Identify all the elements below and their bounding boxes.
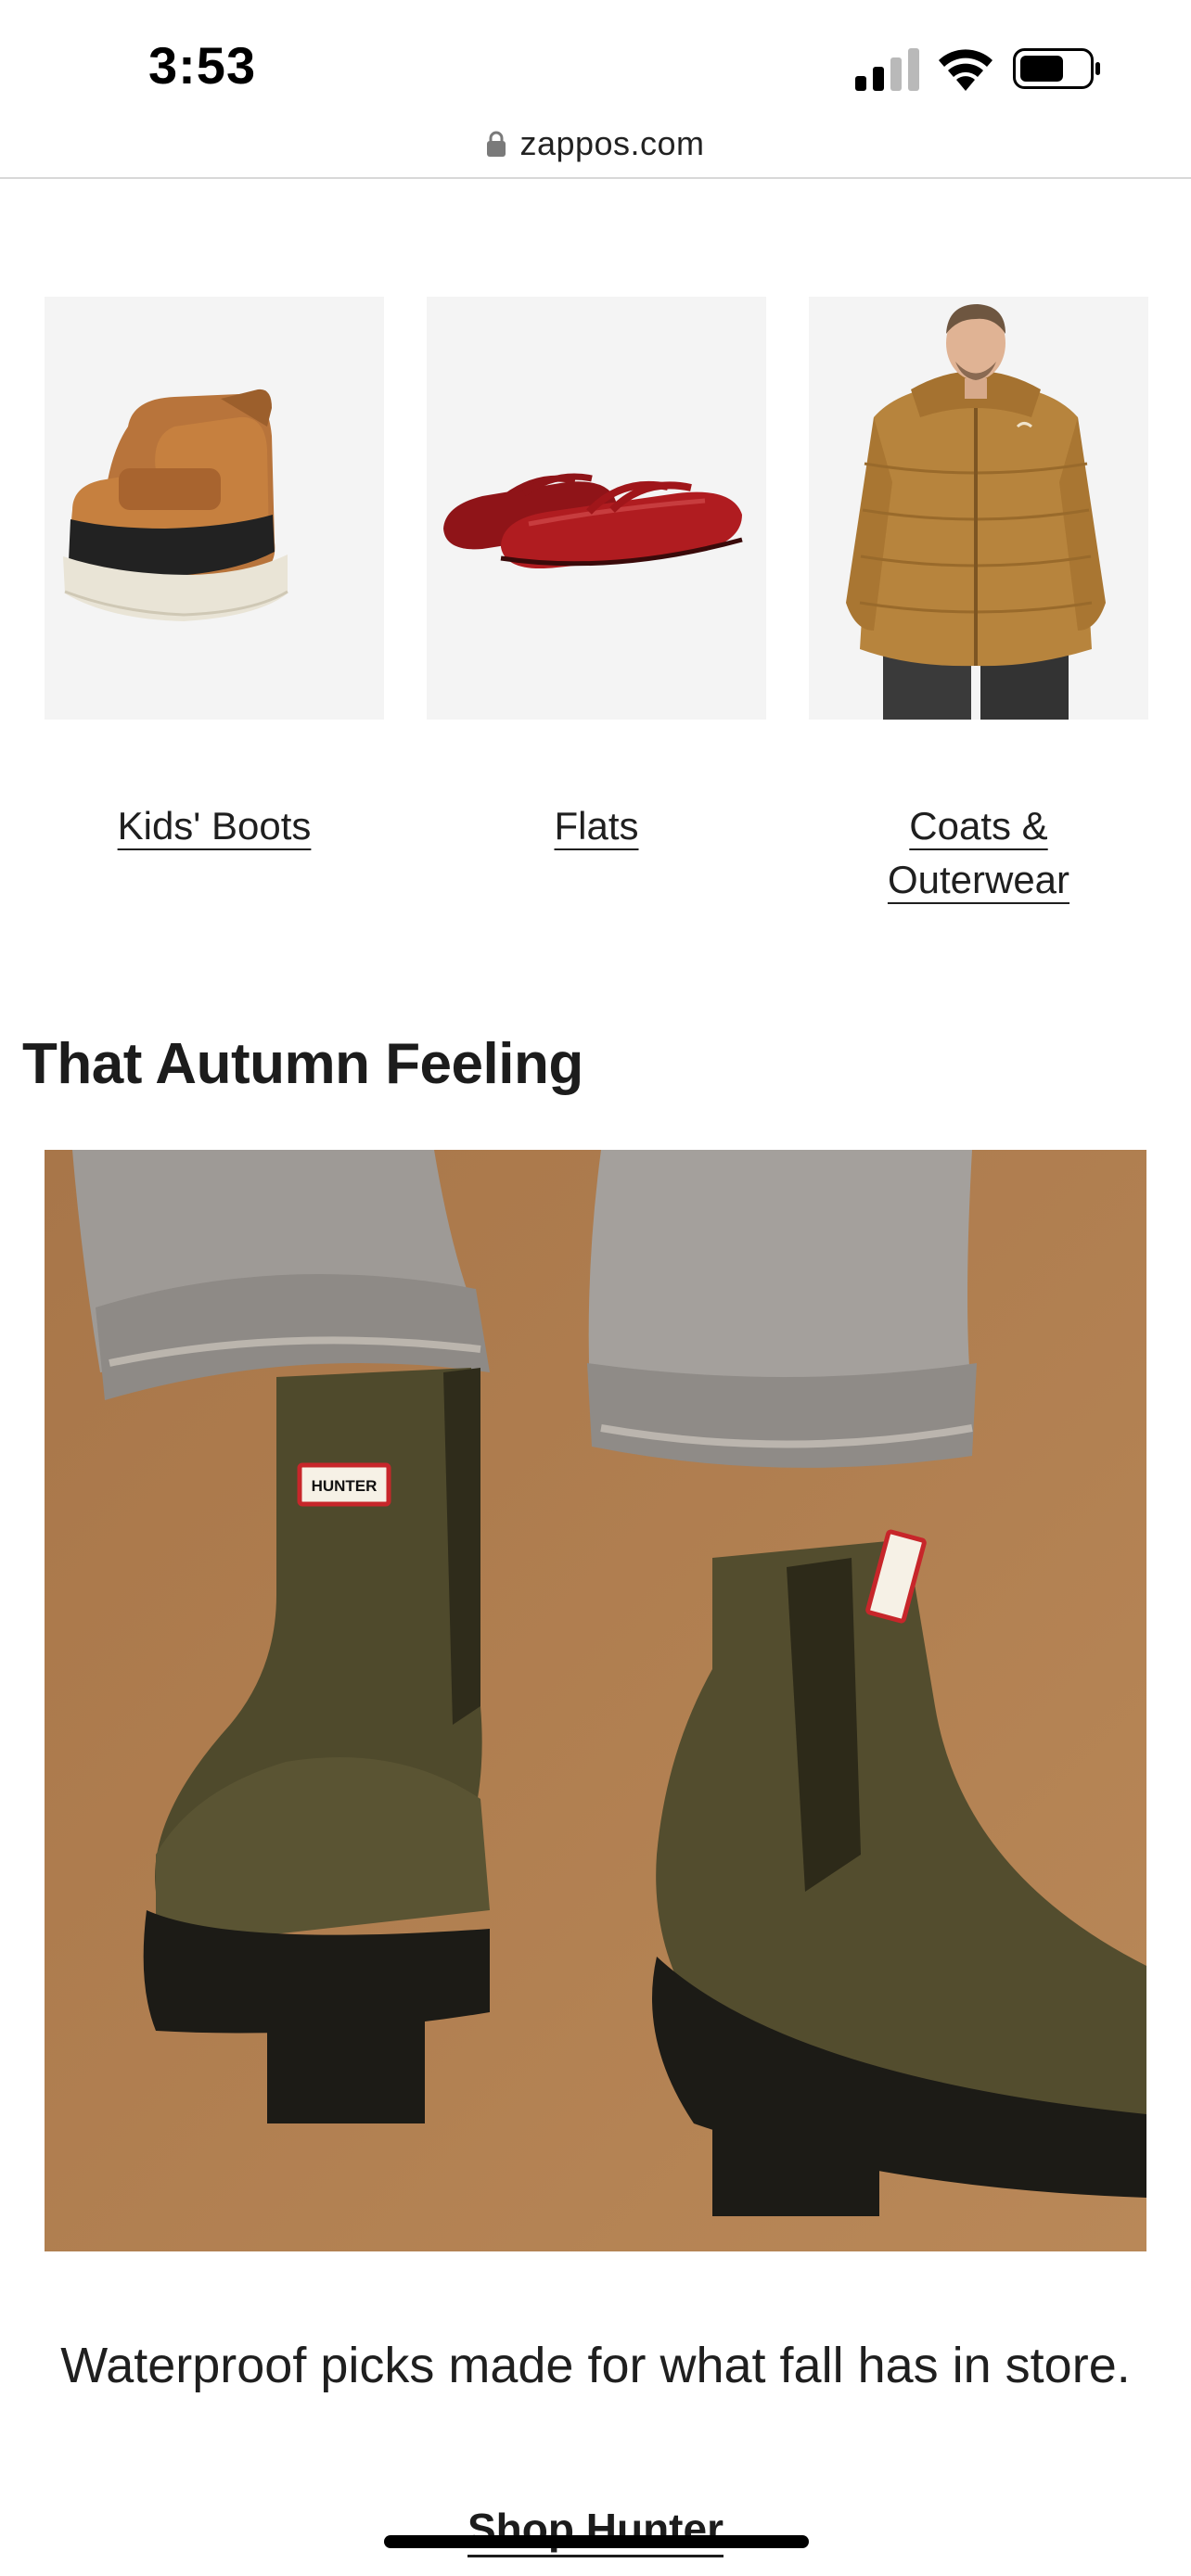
category-link-kids-boots[interactable]: Kids' Boots	[118, 804, 312, 848]
category-link-flats[interactable]: Flats	[554, 804, 638, 848]
category-link-flats-wrap: Flats	[427, 799, 766, 853]
battery-icon	[1013, 48, 1100, 89]
coat-model-image	[846, 304, 1106, 720]
hero-caption: Waterproof picks made for what fall has …	[60, 2338, 1131, 2393]
wifi-icon	[939, 49, 992, 91]
category-tile-flats[interactable]	[427, 297, 766, 720]
category-link-coats-wrap: Coats & Outerwear	[809, 799, 1148, 907]
category-tile-kids-boots[interactable]	[45, 297, 384, 720]
status-time: 3:53	[148, 36, 257, 95]
lock-icon	[487, 131, 506, 157]
address-bar-divider	[0, 177, 1191, 179]
olive-hunter-chelsea-boots-image: HUNTER	[45, 1150, 1146, 2251]
red-flats-image	[443, 473, 743, 569]
page: 3:53 zappos.com Kids' Boots Flats Coats …	[0, 0, 1191, 2576]
category-link-kids-boots-wrap: Kids' Boots	[45, 799, 384, 853]
section-title: That Autumn Feeling	[22, 1032, 583, 1096]
url-text: zappos.com	[519, 124, 705, 162]
hunter-tag-text: HUNTER	[312, 1477, 378, 1495]
kids-boots-image	[63, 389, 288, 621]
address-bar[interactable]: zappos.com	[0, 109, 1191, 178]
signal-icon	[855, 48, 919, 91]
category-tile-coats[interactable]	[809, 297, 1148, 720]
hero-image[interactable]: HUNTER	[45, 1150, 1146, 2251]
category-link-coats-line1[interactable]: Coats &	[909, 804, 1047, 848]
status-bar: 3:53	[0, 0, 1191, 109]
home-indicator[interactable]	[384, 2535, 809, 2548]
category-link-coats-line2[interactable]: Outerwear	[888, 858, 1069, 901]
